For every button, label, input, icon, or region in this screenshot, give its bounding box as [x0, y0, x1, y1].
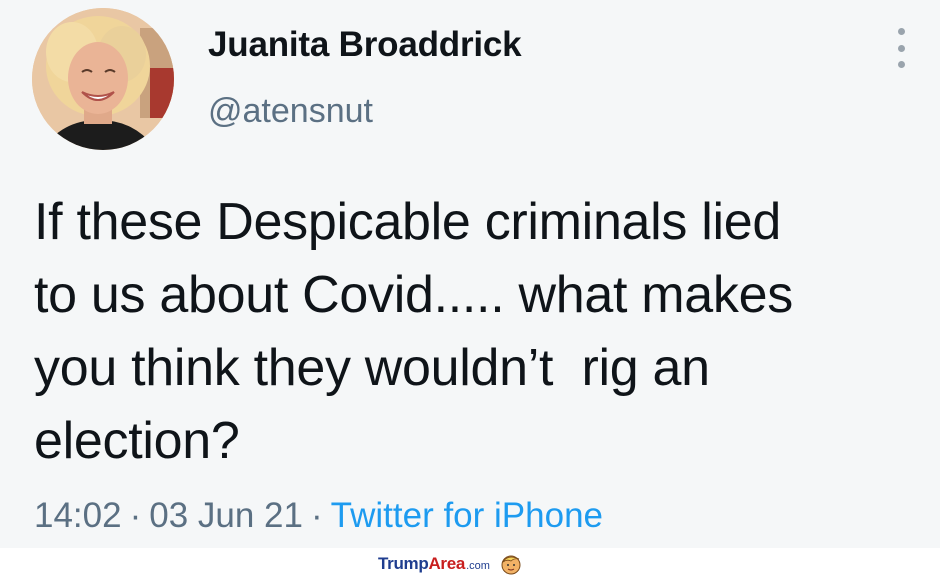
watermark-trump: Trump: [378, 554, 429, 573]
dot: [897, 44, 905, 52]
display-name[interactable]: Juanita Broaddrick: [208, 25, 522, 65]
tweet-date[interactable]: 03 Jun 21: [149, 496, 303, 535]
watermark-dotcom: .com: [466, 560, 490, 572]
dot: [897, 28, 905, 35]
meta-separator: ·: [311, 496, 323, 535]
trump-face-icon: [501, 555, 521, 575]
vertical-dots-icon[interactable]: [886, 28, 916, 68]
watermark: Trump Area .com: [378, 553, 522, 575]
tweet-time[interactable]: 14:02: [34, 496, 122, 535]
tweet-meta: 14:02 · 03 Jun 21 · Twitter for iPhone: [34, 496, 603, 536]
watermark-area: Area: [428, 554, 466, 573]
profile-photo: [32, 8, 174, 150]
tweet-card: Juanita Broaddrick @atensnut If these De…: [0, 0, 940, 548]
avatar[interactable]: [32, 8, 174, 150]
tweet-text: If these Despicable criminals lied to us…: [34, 193, 793, 470]
user-handle[interactable]: @atensnut: [208, 92, 373, 131]
meta-separator: ·: [129, 496, 142, 535]
tweet-source-link[interactable]: Twitter for iPhone: [331, 496, 603, 535]
dot: [897, 61, 905, 68]
